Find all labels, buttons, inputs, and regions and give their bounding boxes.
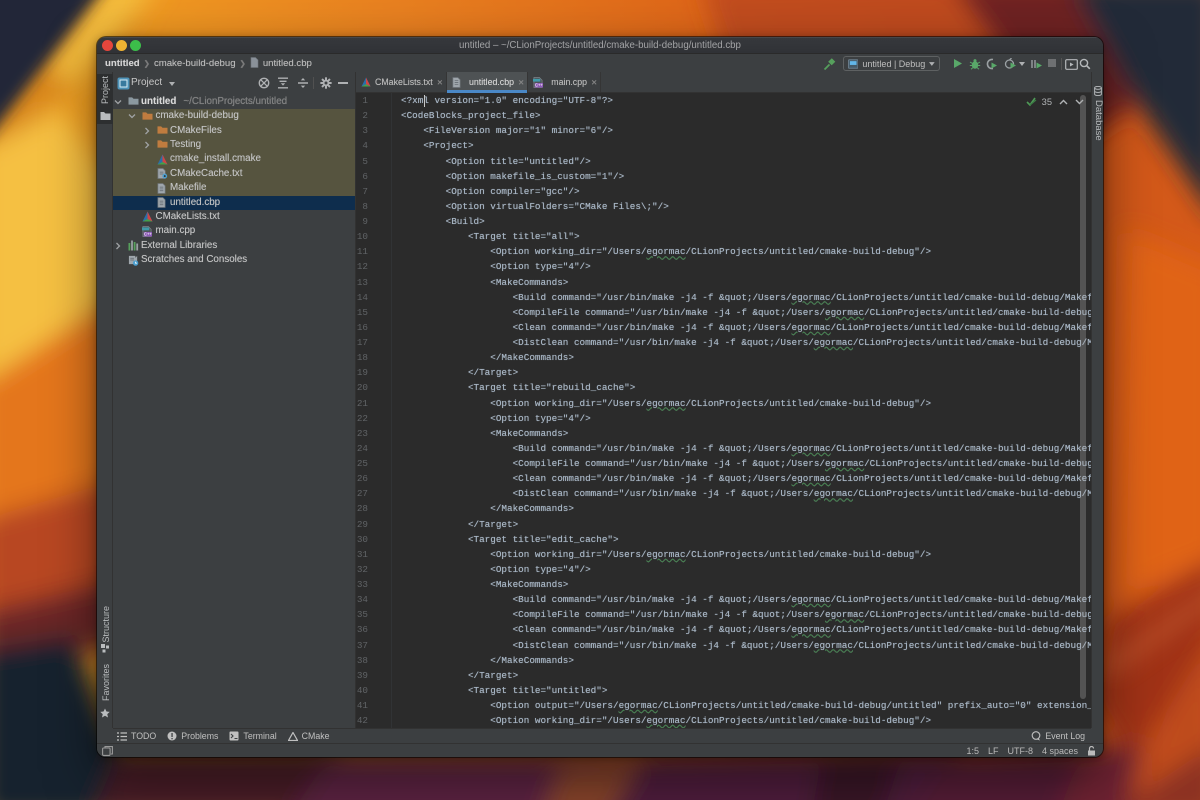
svg-text:C++: C++ xyxy=(144,231,152,236)
svg-text:C++: C++ xyxy=(535,82,543,87)
